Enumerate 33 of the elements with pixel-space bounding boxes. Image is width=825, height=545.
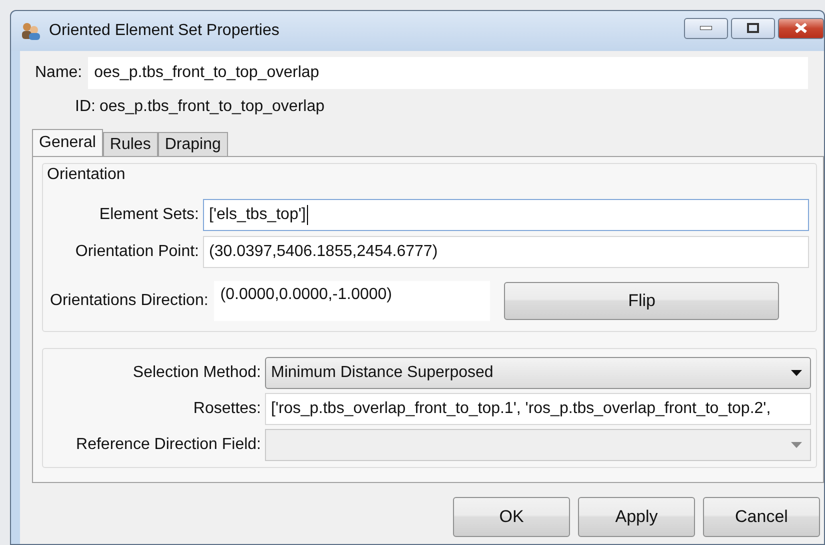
maximize-button[interactable] <box>731 18 775 38</box>
field-label: ID: <box>75 98 96 116</box>
cancel-button[interactable]: Cancel <box>703 497 820 537</box>
dropdown[interactable]: Minimum Distance Superposed <box>265 357 811 389</box>
close-icon <box>795 23 807 33</box>
field-label: Name: <box>35 64 82 82</box>
input-field[interactable]: oes_p.tbs_front_to_top_overlap <box>88 57 808 89</box>
dropdown-arrow-icon <box>791 442 802 448</box>
input-field[interactable]: ['ros_p.tbs_overlap_front_to_top.1', 'ros_p.tbs_overlap_front_to_top.2', <box>265 393 811 425</box>
field-label: Selection Method: <box>132 364 261 382</box>
window-title: Oriented Element Set Properties <box>49 22 280 40</box>
input-field[interactable]: ['els_tbs_top'] <box>203 199 809 231</box>
app-icon <box>21 22 41 40</box>
input-field[interactable]: (0.0000,0.0000,-1.0000) <box>214 281 490 321</box>
id-value: oes_p.tbs_front_to_top_overlap <box>99 98 325 116</box>
field-label: Orientation Point: <box>74 243 199 261</box>
minimize-icon <box>700 26 712 30</box>
maximize-icon <box>747 23 759 33</box>
field-label: Reference Direction Field: <box>75 436 261 454</box>
group-title: Orientation <box>46 165 126 185</box>
field-label: Orientations Direction: <box>50 292 208 310</box>
flip-button[interactable]: Flip <box>504 282 780 320</box>
tab[interactable]: General <box>32 129 103 156</box>
dropdown-arrow-icon <box>791 370 802 376</box>
apply-button[interactable]: Apply <box>578 497 695 537</box>
close-button[interactable] <box>778 18 824 38</box>
input-field[interactable]: (30.0397,5406.1855,2454.6777) <box>203 236 809 268</box>
ok-button[interactable]: OK <box>453 497 570 537</box>
field-label: Element Sets: <box>98 206 199 224</box>
field-label: Rosettes: <box>192 400 261 418</box>
tab[interactable]: Draping <box>158 132 228 156</box>
tab[interactable]: Rules <box>102 132 158 156</box>
minimize-button[interactable] <box>684 18 728 38</box>
